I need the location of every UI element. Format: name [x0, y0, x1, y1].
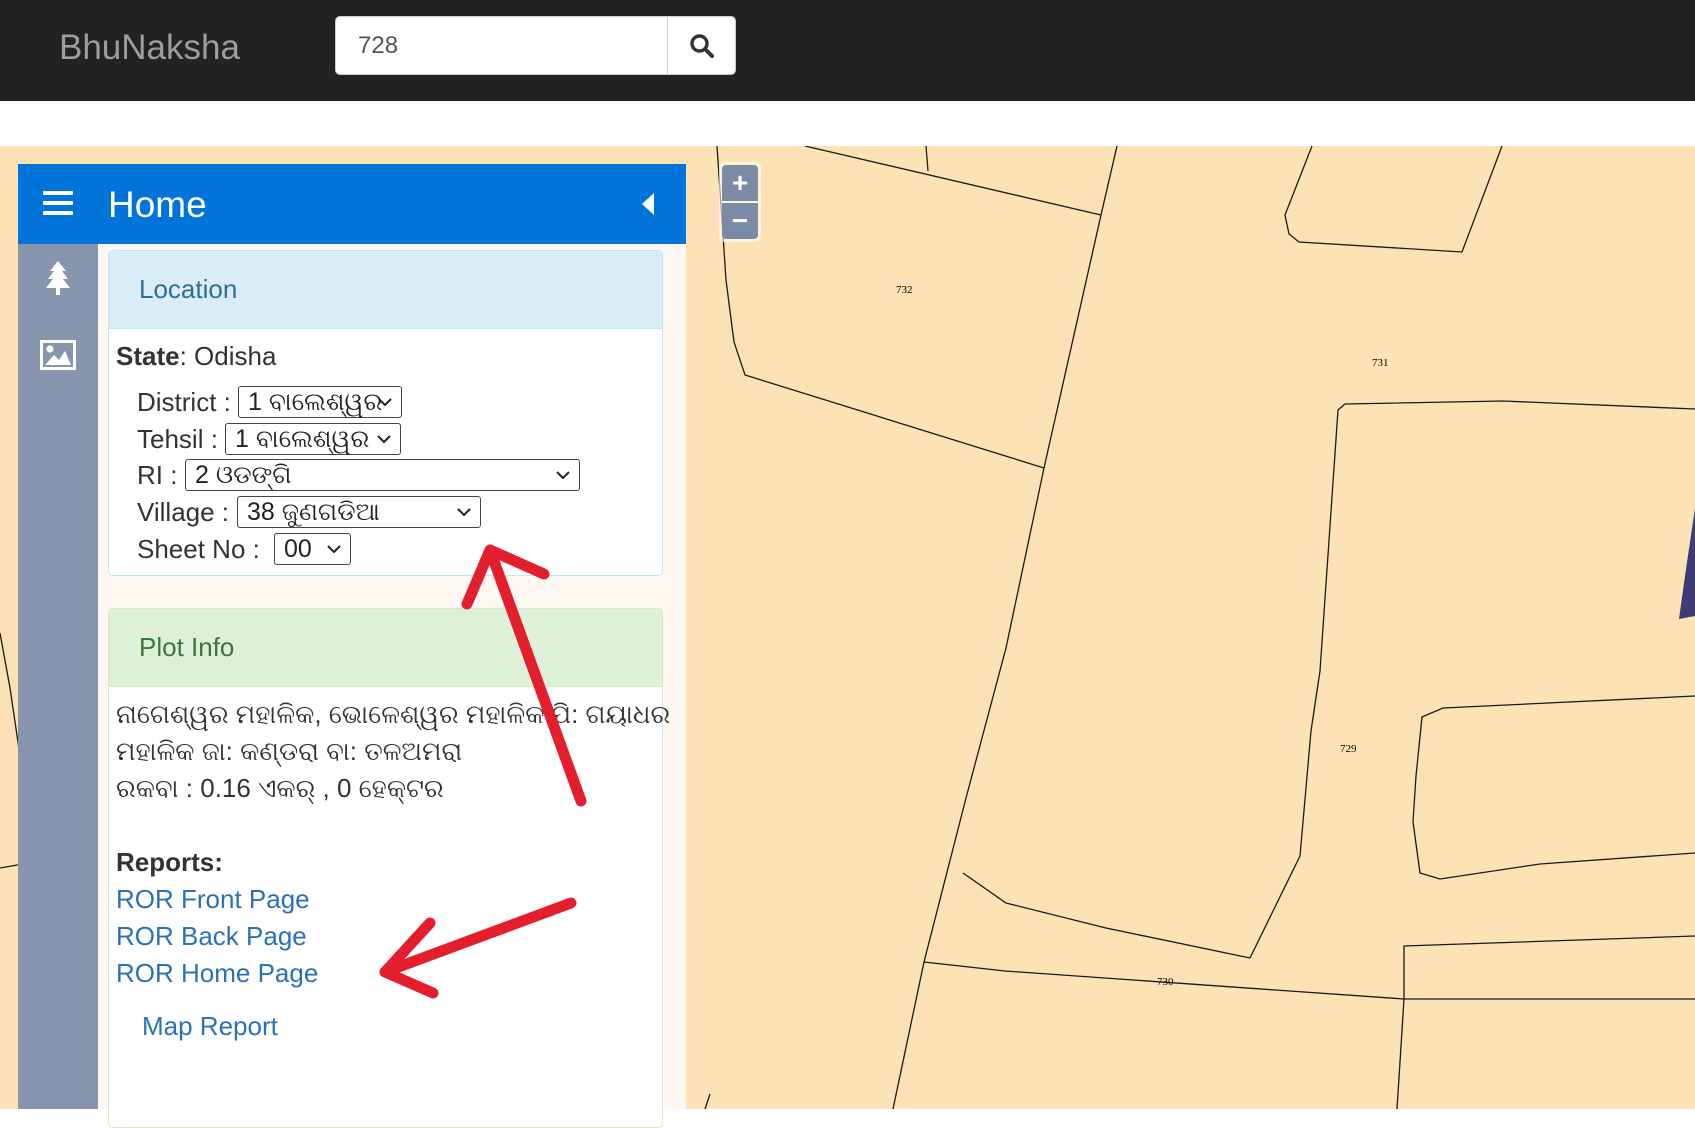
- plot-label: 729: [1340, 743, 1357, 755]
- state-row: State: Odisha: [116, 341, 276, 372]
- search-button[interactable]: [667, 17, 735, 74]
- search-box: [335, 16, 736, 75]
- state-value: : Odisha: [179, 341, 277, 371]
- district-select[interactable]: 1 ବାଲେଶ୍ୱର: [238, 386, 402, 418]
- chevron-down-icon: [457, 508, 471, 517]
- plot-info-panel: Plot Info ନାଗେଶ୍ୱର ମହାଳିକ, ଭୋଳେଶ୍ୱର ମହାଳ…: [108, 608, 670, 1128]
- location-heading: Location: [109, 251, 662, 329]
- sheet-label: Sheet No :: [137, 534, 260, 564]
- zoom-control: + −: [719, 162, 761, 242]
- sheet-select[interactable]: 00: [274, 533, 351, 565]
- sidebar-title: Home: [108, 184, 207, 225]
- village-value: 38 ଜୁଣଗଡିଆ: [247, 498, 380, 526]
- location-panel: Location State: Odisha District : 1 ବାଲେ…: [108, 250, 663, 576]
- ror-home-page-link[interactable]: ROR Home Page: [116, 958, 318, 989]
- tree-icon: [46, 261, 70, 295]
- hamburger-menu-icon[interactable]: [43, 190, 73, 216]
- plot-label: 730: [1157, 976, 1174, 988]
- owner-line-2: ମହାଳିକ ଜା: କଣ୍ଡରା ବା: ତଳଅମରା: [116, 736, 463, 766]
- tehsil-label: Tehsil :: [137, 424, 218, 454]
- reports-label: Reports:: [116, 847, 223, 877]
- tab-images[interactable]: [18, 325, 98, 385]
- ri-label: RI :: [137, 460, 178, 490]
- tehsil-select[interactable]: 1 ବାଲେଶ୍ୱର: [225, 423, 401, 455]
- plot-area: ରକବା : 0.16 ଏକର୍ , 0 ହେକ୍ଟର: [116, 773, 444, 803]
- collapse-sidebar-icon[interactable]: [640, 192, 656, 216]
- chevron-down-icon: [378, 398, 392, 407]
- village-label: Village :: [137, 497, 230, 527]
- sidebar-tabs: [18, 244, 98, 1109]
- tab-layers[interactable]: [18, 248, 98, 308]
- ri-value: 2 ଓଡଙ୍ଗି: [195, 461, 292, 489]
- ror-front-page-link[interactable]: ROR Front Page: [116, 884, 310, 915]
- sidebar: Home Location State: Odisha District : 1: [18, 164, 686, 1128]
- plot-info-heading: Plot Info: [109, 609, 662, 687]
- village-select[interactable]: 38 ଜୁଣଗଡିଆ: [237, 496, 481, 528]
- district-value: 1 ବାଲେଶ୍ୱର: [248, 388, 383, 416]
- state-label: State: [116, 341, 180, 371]
- chevron-down-icon: [377, 435, 391, 444]
- zoom-out-button[interactable]: −: [722, 203, 758, 239]
- ri-select[interactable]: 2 ଓଡଙ୍ଗି: [185, 459, 580, 491]
- brand-logo[interactable]: BhuNaksha: [59, 28, 240, 68]
- district-label: District :: [137, 387, 231, 417]
- image-icon: [40, 340, 76, 370]
- chevron-down-icon: [556, 471, 570, 480]
- sidebar-content: Location State: Odisha District : 1 ବାଲେ…: [98, 244, 686, 1128]
- ror-back-page-link[interactable]: ROR Back Page: [116, 921, 307, 952]
- plot-label: 731: [1372, 357, 1389, 369]
- owner-line-1: ନାଗେଶ୍ୱର ମହାଳିକ, ଭୋଳେଶ୍ୱର ମହାଳିକ ପି: ଗୟା…: [116, 699, 671, 729]
- map-report-link[interactable]: Map Report: [142, 1011, 278, 1042]
- search-input[interactable]: [337, 18, 667, 73]
- sidebar-header: Home: [18, 164, 686, 244]
- zoom-in-button[interactable]: +: [722, 165, 758, 201]
- search-icon: [689, 33, 714, 58]
- sheet-value: 00: [284, 535, 312, 563]
- tehsil-value: 1 ବାଲେଶ୍ୱର: [235, 425, 370, 453]
- plot-label: 732: [896, 284, 913, 296]
- top-navbar: BhuNaksha: [0, 0, 1695, 101]
- chevron-down-icon: [327, 545, 341, 554]
